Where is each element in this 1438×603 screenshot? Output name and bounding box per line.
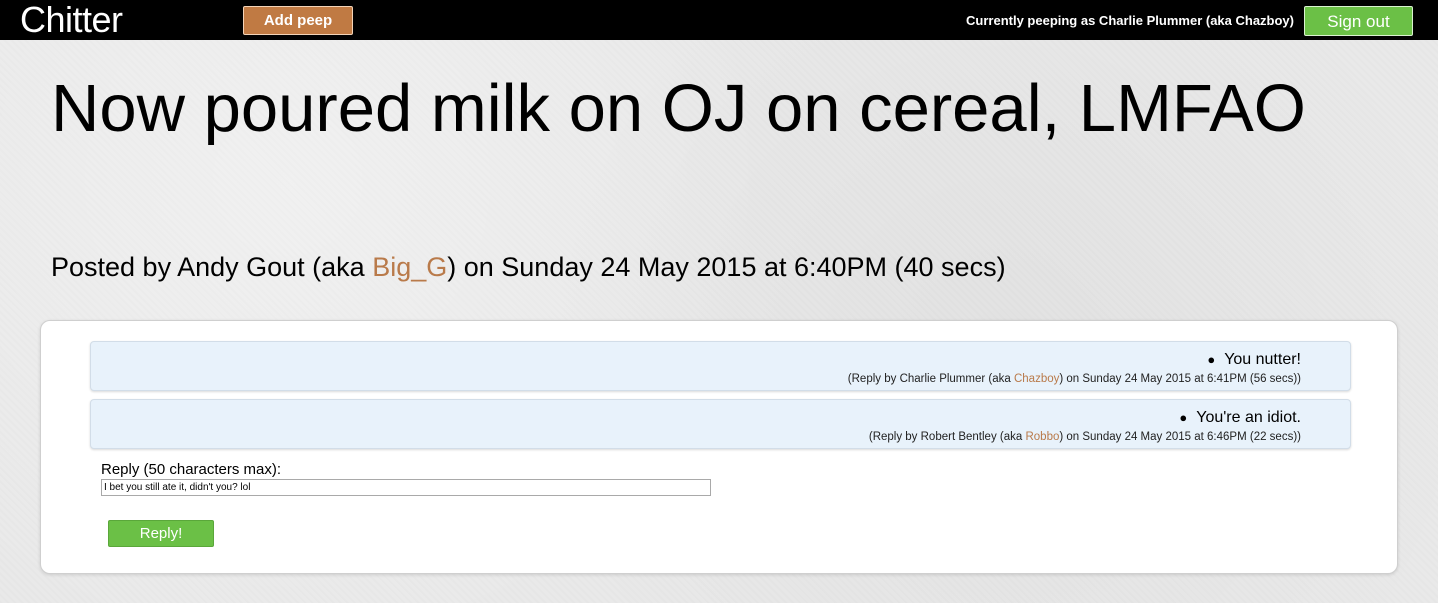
reply-text: ● You nutter!	[1207, 350, 1301, 370]
bullet-icon: ●	[1179, 410, 1188, 425]
reply-text: ● You're an idiot.	[1179, 408, 1301, 428]
add-peep-button[interactable]: Add peep	[243, 6, 353, 35]
reply-meta-prefix: (Reply by Robert Bentley (aka	[868, 431, 1026, 443]
top-navbar: Chitter Add peep Currently peeping as Ch…	[0, 0, 1438, 40]
reply-meta-prefix: (Reply by Charlie Plummer (aka	[847, 373, 1014, 385]
reply-item: ● You're an idiot. (Reply by Robert Bentl…	[90, 399, 1351, 449]
peep-meta-prefix: Posted by Andy Gout (aka	[51, 252, 373, 282]
reply-input[interactable]	[101, 479, 711, 496]
peep-meta-suffix: ) on Sunday 24 May 2015 at 6:40PM (40 se…	[447, 252, 1006, 282]
peep-text: Now poured milk on OJ on cereal, LMFAO	[51, 71, 1306, 146]
reply-field-label: Reply (50 characters max):	[101, 461, 282, 478]
bullet-icon: ●	[1207, 352, 1216, 367]
reply-handle-link[interactable]: Robbo	[1025, 431, 1059, 443]
reply-handle-link[interactable]: Chazboy	[1014, 373, 1059, 385]
reply-text-value: You're an idiot.	[1196, 409, 1301, 426]
reply-meta-suffix: ) on Sunday 24 May 2015 at 6:46PM (22 se…	[1059, 431, 1301, 443]
reply-item: ● You nutter! (Reply by Charlie Plummer (…	[90, 341, 1351, 391]
reply-submit-button[interactable]: Reply!	[108, 520, 214, 547]
current-user-status: Currently peeping as Charlie Plummer (ak…	[966, 13, 1294, 28]
reply-meta-suffix: ) on Sunday 24 May 2015 at 6:41PM (56 se…	[1059, 373, 1301, 385]
reply-meta: (Reply by Charlie Plummer (aka Chazboy) …	[848, 372, 1301, 386]
reply-text-value: You nutter!	[1224, 351, 1301, 368]
peep-meta: Posted by Andy Gout (aka Big_G) on Sunda…	[51, 250, 1401, 284]
brand-logo[interactable]: Chitter	[20, 0, 123, 40]
reply-meta: (Reply by Robert Bentley (aka Robbo) on …	[869, 430, 1301, 444]
author-handle-link[interactable]: Big_G	[372, 252, 447, 282]
replies-panel: ● You nutter! (Reply by Charlie Plummer (…	[40, 320, 1398, 574]
sign-out-button[interactable]: Sign out	[1304, 6, 1413, 36]
